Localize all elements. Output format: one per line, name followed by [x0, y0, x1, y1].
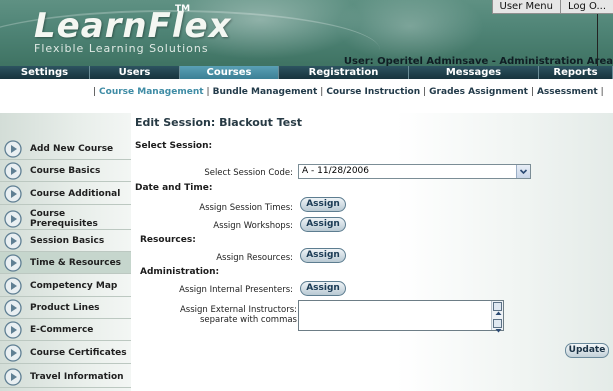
sidebar-item-travel-information[interactable]: Travel Information — [0, 366, 131, 388]
user-info: User: Operitel Adminsave - Administratio… — [343, 56, 613, 66]
tab-users[interactable]: Users — [90, 66, 180, 79]
sidebar-item-label: Course Additional — [30, 188, 121, 199]
logo-subtitle: Flexible Learning Solutions — [34, 42, 209, 55]
assign-internal-presenters-button[interactable]: Assign — [300, 281, 346, 296]
sidebar-item-course-basics[interactable]: Course Basics — [0, 160, 131, 182]
sidebar-item-time-resources[interactable]: Time & Resources — [0, 252, 131, 274]
sidebar-item-label: Course Prerequisites — [30, 208, 98, 229]
session-code-value: A - 11/28/2006 — [302, 166, 369, 176]
tab-settings[interactable]: Settings — [0, 66, 90, 79]
assign-external-instructors-label: Assign External Instructors: — [179, 305, 297, 315]
external-instructors-textarea[interactable] — [298, 300, 504, 333]
tab-courses[interactable]: Courses — [180, 66, 279, 79]
sidebar-item-session-basics[interactable]: Session Basics — [0, 230, 131, 252]
select-session-heading: Select Session: — [135, 141, 213, 151]
logo-trademark: TM — [175, 4, 191, 14]
subnav-assessment[interactable]: Assessment — [537, 87, 598, 97]
sidebar-item-label: E-Commerce — [30, 324, 94, 335]
sidebar-item-course-certificates[interactable]: Course Certificates — [0, 342, 131, 364]
separator: | — [206, 87, 210, 97]
play-arrow-icon — [4, 276, 22, 295]
play-arrow-icon — [4, 253, 22, 272]
assign-session-times-label: Assign Session Times: — [199, 203, 293, 213]
separator: | — [93, 87, 97, 97]
subnav-bundle-management[interactable]: Bundle Management — [213, 87, 318, 97]
scroll-down-icon[interactable] — [493, 319, 502, 333]
subnav-grades-assignment[interactable]: Grades Assignment — [429, 87, 528, 97]
assign-resources-label: Assign Resources: — [216, 253, 293, 263]
play-arrow-icon — [4, 231, 22, 250]
sidebar-item-product-lines[interactable]: Product Lines — [0, 297, 131, 319]
textarea-scrollbar[interactable] — [491, 301, 503, 333]
assign-session-times-button[interactable]: Assign — [300, 197, 346, 212]
play-arrow-icon — [4, 161, 22, 180]
sidebar-item-label: Travel Information — [30, 371, 124, 382]
main-nav: Settings Users Courses Registration Mess… — [0, 66, 613, 79]
log-off-button[interactable]: Log O... — [559, 0, 613, 14]
tab-messages[interactable]: Messages — [409, 66, 539, 79]
play-arrow-icon — [4, 139, 22, 158]
sidebar-item-course-prerequisites[interactable]: Course Prerequisites — [0, 208, 131, 230]
scroll-up-icon[interactable] — [493, 302, 502, 315]
sidebar-item-label: Session Basics — [30, 235, 105, 246]
sidebar-item-e-commerce[interactable]: E-Commerce — [0, 319, 131, 341]
select-session-code-label: Select Session Code: — [204, 168, 293, 178]
sidebar-item-course-additional[interactable]: Course Additional — [0, 183, 131, 205]
assign-internal-presenters-label: Assign Internal Presenters: — [179, 285, 293, 295]
administration-heading: Administration: — [140, 267, 220, 277]
play-arrow-icon — [4, 320, 22, 339]
sidebar-item-label: Add New Course — [30, 143, 114, 154]
sidebar-item-label: Product Lines — [30, 302, 100, 313]
subnav-course-management[interactable]: Course Management — [99, 87, 203, 97]
separator: | — [600, 87, 604, 97]
sidebar-item-add-new-course[interactable]: Add New Course — [0, 138, 131, 160]
separator: | — [320, 87, 324, 97]
chevron-down-icon[interactable] — [516, 165, 530, 178]
assign-resources-button[interactable]: Assign — [300, 248, 346, 263]
update-button[interactable]: Update — [565, 343, 609, 358]
separator: | — [530, 87, 534, 97]
sub-nav-links: | Course Management | Bundle Management | Cou… — [90, 87, 607, 97]
sub-nav: | Course Management | Bundle Management | Cou… — [0, 79, 613, 113]
app-window: LearnFlex TM Flexible Learning Solutions… — [0, 0, 613, 391]
assign-external-instructors-hint: separate with commas — [199, 315, 297, 325]
assign-workshops-button[interactable]: Assign — [300, 217, 346, 232]
play-arrow-icon — [4, 343, 22, 362]
sidebar-item-label: Course Basics — [30, 165, 101, 176]
sidebar-item-competency-map[interactable]: Competency Map — [0, 275, 131, 297]
top-buttons: User Menu Log O... — [491, 0, 613, 14]
user-menu-button[interactable]: User Menu — [491, 0, 560, 14]
play-arrow-icon — [4, 298, 22, 317]
learnflex-logo: LearnFlex — [34, 6, 232, 46]
sidebar: Add New Course Course Basics Course Additi… — [0, 113, 131, 391]
tab-registration[interactable]: Registration — [279, 66, 409, 79]
sidebar-item-label: Competency Map — [30, 280, 118, 291]
sidebar-item-label: Time & Resources — [30, 257, 122, 268]
page-title: Edit Session: Blackout Test — [135, 116, 303, 129]
session-code-select[interactable]: A - 11/28/2006 — [298, 164, 531, 179]
resources-heading: Resources: — [140, 235, 196, 245]
date-time-heading: Date and Time: — [135, 183, 213, 193]
header-banner: LearnFlex TM Flexible Learning Solutions… — [0, 0, 613, 66]
main-content: Edit Session: Blackout Test Select Sessi… — [131, 113, 613, 391]
tab-reports[interactable]: Reports — [539, 66, 613, 79]
play-arrow-icon — [4, 184, 22, 203]
assign-workshops-label: Assign Workshops: — [213, 221, 293, 231]
sidebar-item-label: Course Certificates — [30, 347, 127, 358]
separator: | — [423, 87, 427, 97]
subnav-course-instruction[interactable]: Course Instruction — [326, 87, 420, 97]
play-arrow-icon — [4, 367, 22, 386]
play-arrow-icon — [4, 209, 22, 228]
